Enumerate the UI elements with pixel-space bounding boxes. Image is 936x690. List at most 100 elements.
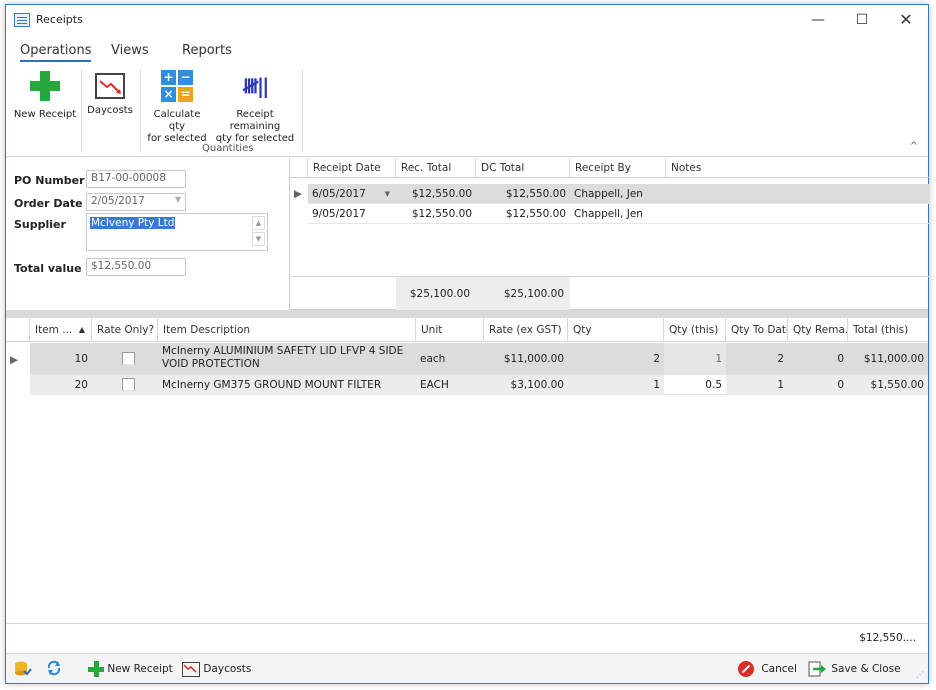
qty-remaining-cell: 0	[788, 375, 848, 395]
status-new-receipt-label: New Receipt	[107, 663, 173, 675]
column-qty[interactable]: Qty	[568, 318, 664, 342]
order-date-value: 2/05/2017	[91, 195, 145, 207]
column-rate[interactable]: Rate (ex GST)	[484, 318, 568, 342]
receipt-date-cell[interactable]: 9/05/2017	[308, 204, 396, 224]
new-receipt-label: New Receipt	[13, 109, 77, 120]
table-row[interactable]: 20 McInerny GM375 GROUND MOUNT FILTER EA…	[6, 375, 928, 395]
save-close-label: Save & Close	[831, 663, 901, 675]
status-daycosts-label: Daycosts	[203, 663, 252, 675]
ribbon-separator	[140, 69, 141, 153]
column-qty-to-date[interactable]: Qty To Date	[726, 318, 788, 342]
supplier-scrollbar[interactable]: ▲ ▼	[252, 216, 265, 248]
table-row[interactable]: ▶ 1 0 McInerny ALUMINIUM SAFETY LID LFVP …	[6, 343, 928, 375]
column-receipt-by[interactable]: Receipt By	[570, 158, 666, 178]
calculator-icon: + − × =	[160, 69, 194, 103]
column-qty-remaining[interactable]: Qty Rema...	[788, 318, 848, 342]
scroll-down-icon[interactable]: ▼	[252, 232, 265, 246]
items-grid-footer: $12,550....	[6, 623, 928, 653]
notes-cell[interactable]	[666, 184, 929, 204]
items-total-sum: $12,550....	[859, 632, 916, 644]
column-total-this[interactable]: Total (this)	[848, 318, 928, 342]
order-date-field[interactable]: 2/05/2017 ▼	[86, 193, 186, 211]
total-this-cell: $1,550.00	[848, 375, 928, 395]
table-row[interactable]: 9/05/2017 $12,550.00 $12,550.00 Chappell…	[290, 204, 929, 224]
chevron-down-icon[interactable]: ▼	[175, 195, 181, 204]
cancel-icon	[738, 661, 754, 677]
rate-cell: $11,000.00	[484, 343, 568, 375]
column-item-description[interactable]: Item Description	[158, 318, 416, 342]
collapse-ribbon-icon[interactable]: ^	[910, 141, 918, 152]
ribbon-separator	[302, 69, 303, 153]
calculate-qty-button[interactable]: + − × = Calculate qty for selected	[144, 69, 210, 145]
row-indicator-icon: ▶	[10, 354, 19, 366]
sort-ascending-icon: ▲	[78, 325, 85, 334]
plus-icon	[28, 69, 62, 103]
item-description-line-2: VOID PROTECTION	[162, 358, 260, 370]
qty-cell: 2	[568, 343, 664, 375]
po-number-field[interactable]: B17-00-00008	[86, 170, 186, 188]
column-rec-total[interactable]: Rec. Total	[396, 158, 476, 178]
qty-this-cell[interactable]: 0.5	[664, 375, 726, 395]
status-daycosts-button[interactable]: Daycosts	[182, 660, 251, 678]
receipt-remaining-button[interactable]: 𝍸|| Receipt remaining qty for selected	[212, 69, 298, 145]
ribbon: New Receipt Daycosts + − × = Calculate q…	[6, 65, 928, 157]
daycosts-button[interactable]: Daycosts	[84, 69, 136, 117]
status-bar: New Receipt Daycosts Cancel Save & Close…	[6, 653, 928, 683]
new-receipt-button[interactable]: New Receipt	[12, 69, 78, 121]
calculate-qty-label-2: for selected	[147, 133, 207, 144]
row-indicator-header	[290, 158, 308, 178]
tab-reports[interactable]: Reports	[182, 43, 232, 58]
dc-total-cell: $12,550.00	[476, 204, 570, 224]
chart-down-icon	[95, 73, 125, 99]
table-row[interactable]: ▶ 6/05/2017 ▼ $12,550.00 $12,550.00 Chap…	[290, 184, 929, 204]
column-unit[interactable]: Unit	[416, 318, 484, 342]
rate-cell: $3,100.00	[484, 375, 568, 395]
close-button[interactable]: ✕	[884, 9, 928, 31]
item-description-line-1: McInerny ALUMINIUM SAFETY LID LFVP 4 SID…	[162, 345, 404, 357]
order-date-label: Order Date	[14, 197, 83, 210]
supplier-field[interactable]: McIveny Pty Ltd ▲ ▼	[86, 213, 268, 251]
qty-this-cell[interactable]: 1	[664, 343, 726, 375]
chevron-down-icon[interactable]: ▼	[385, 184, 390, 203]
ribbon-separator	[81, 69, 82, 153]
scroll-up-icon[interactable]: ▲	[252, 216, 265, 230]
maximize-button[interactable]: ☐	[840, 9, 884, 31]
splitter-bar[interactable]	[6, 310, 928, 318]
column-item[interactable]: Item ... ▲	[30, 318, 92, 342]
title-bar: Receipts — ☐ ✕	[6, 5, 928, 35]
receipt-app-icon	[14, 13, 30, 27]
qty-to-date-cell: 1	[726, 375, 788, 395]
status-new-receipt-button[interactable]: New Receipt	[88, 660, 173, 678]
cancel-button[interactable]: Cancel	[738, 660, 797, 678]
save-close-button[interactable]: Save & Close	[808, 660, 901, 678]
column-qty-this[interactable]: Qty (this)	[664, 318, 726, 342]
qty-to-date-cell: 2	[726, 343, 788, 375]
resize-grip-icon[interactable]: ⋰	[916, 670, 924, 679]
receipts-grid-header: Receipt Date Rec. Total DC Total Receipt…	[290, 158, 929, 178]
receipt-remaining-label-1: Receipt remaining	[229, 109, 281, 132]
rec-total-sum: $25,100.00	[396, 277, 476, 311]
database-icon[interactable]	[14, 660, 32, 678]
cancel-label: Cancel	[761, 663, 797, 675]
column-rate-only[interactable]: Rate Only?	[92, 318, 158, 342]
receipt-by-cell: Chappell, Jen	[570, 184, 666, 204]
column-receipt-date[interactable]: Receipt Date	[308, 158, 396, 178]
receipt-date-value: 6/05/2017	[312, 188, 366, 200]
window-title: Receipts	[36, 13, 83, 26]
tab-views[interactable]: Views	[111, 43, 149, 58]
receipt-date-cell[interactable]: 6/05/2017 ▼	[308, 184, 396, 204]
tab-operations[interactable]: Operations	[20, 43, 92, 62]
unit-cell: each	[416, 343, 484, 375]
notes-cell[interactable]	[666, 204, 929, 224]
total-this-cell: $11,000.00	[848, 343, 928, 375]
plus-icon	[88, 661, 104, 677]
supplier-label: Supplier	[14, 218, 66, 231]
qty-remaining-cell: 0	[788, 343, 848, 375]
column-dc-total[interactable]: DC Total	[476, 158, 570, 178]
column-notes[interactable]: Notes	[666, 158, 929, 178]
refresh-icon[interactable]	[46, 660, 62, 678]
minimize-button[interactable]: —	[796, 9, 840, 31]
row-indicator-header	[6, 318, 30, 342]
rate-only-checkbox[interactable]	[122, 352, 135, 365]
rate-only-checkbox[interactable]	[122, 378, 135, 391]
